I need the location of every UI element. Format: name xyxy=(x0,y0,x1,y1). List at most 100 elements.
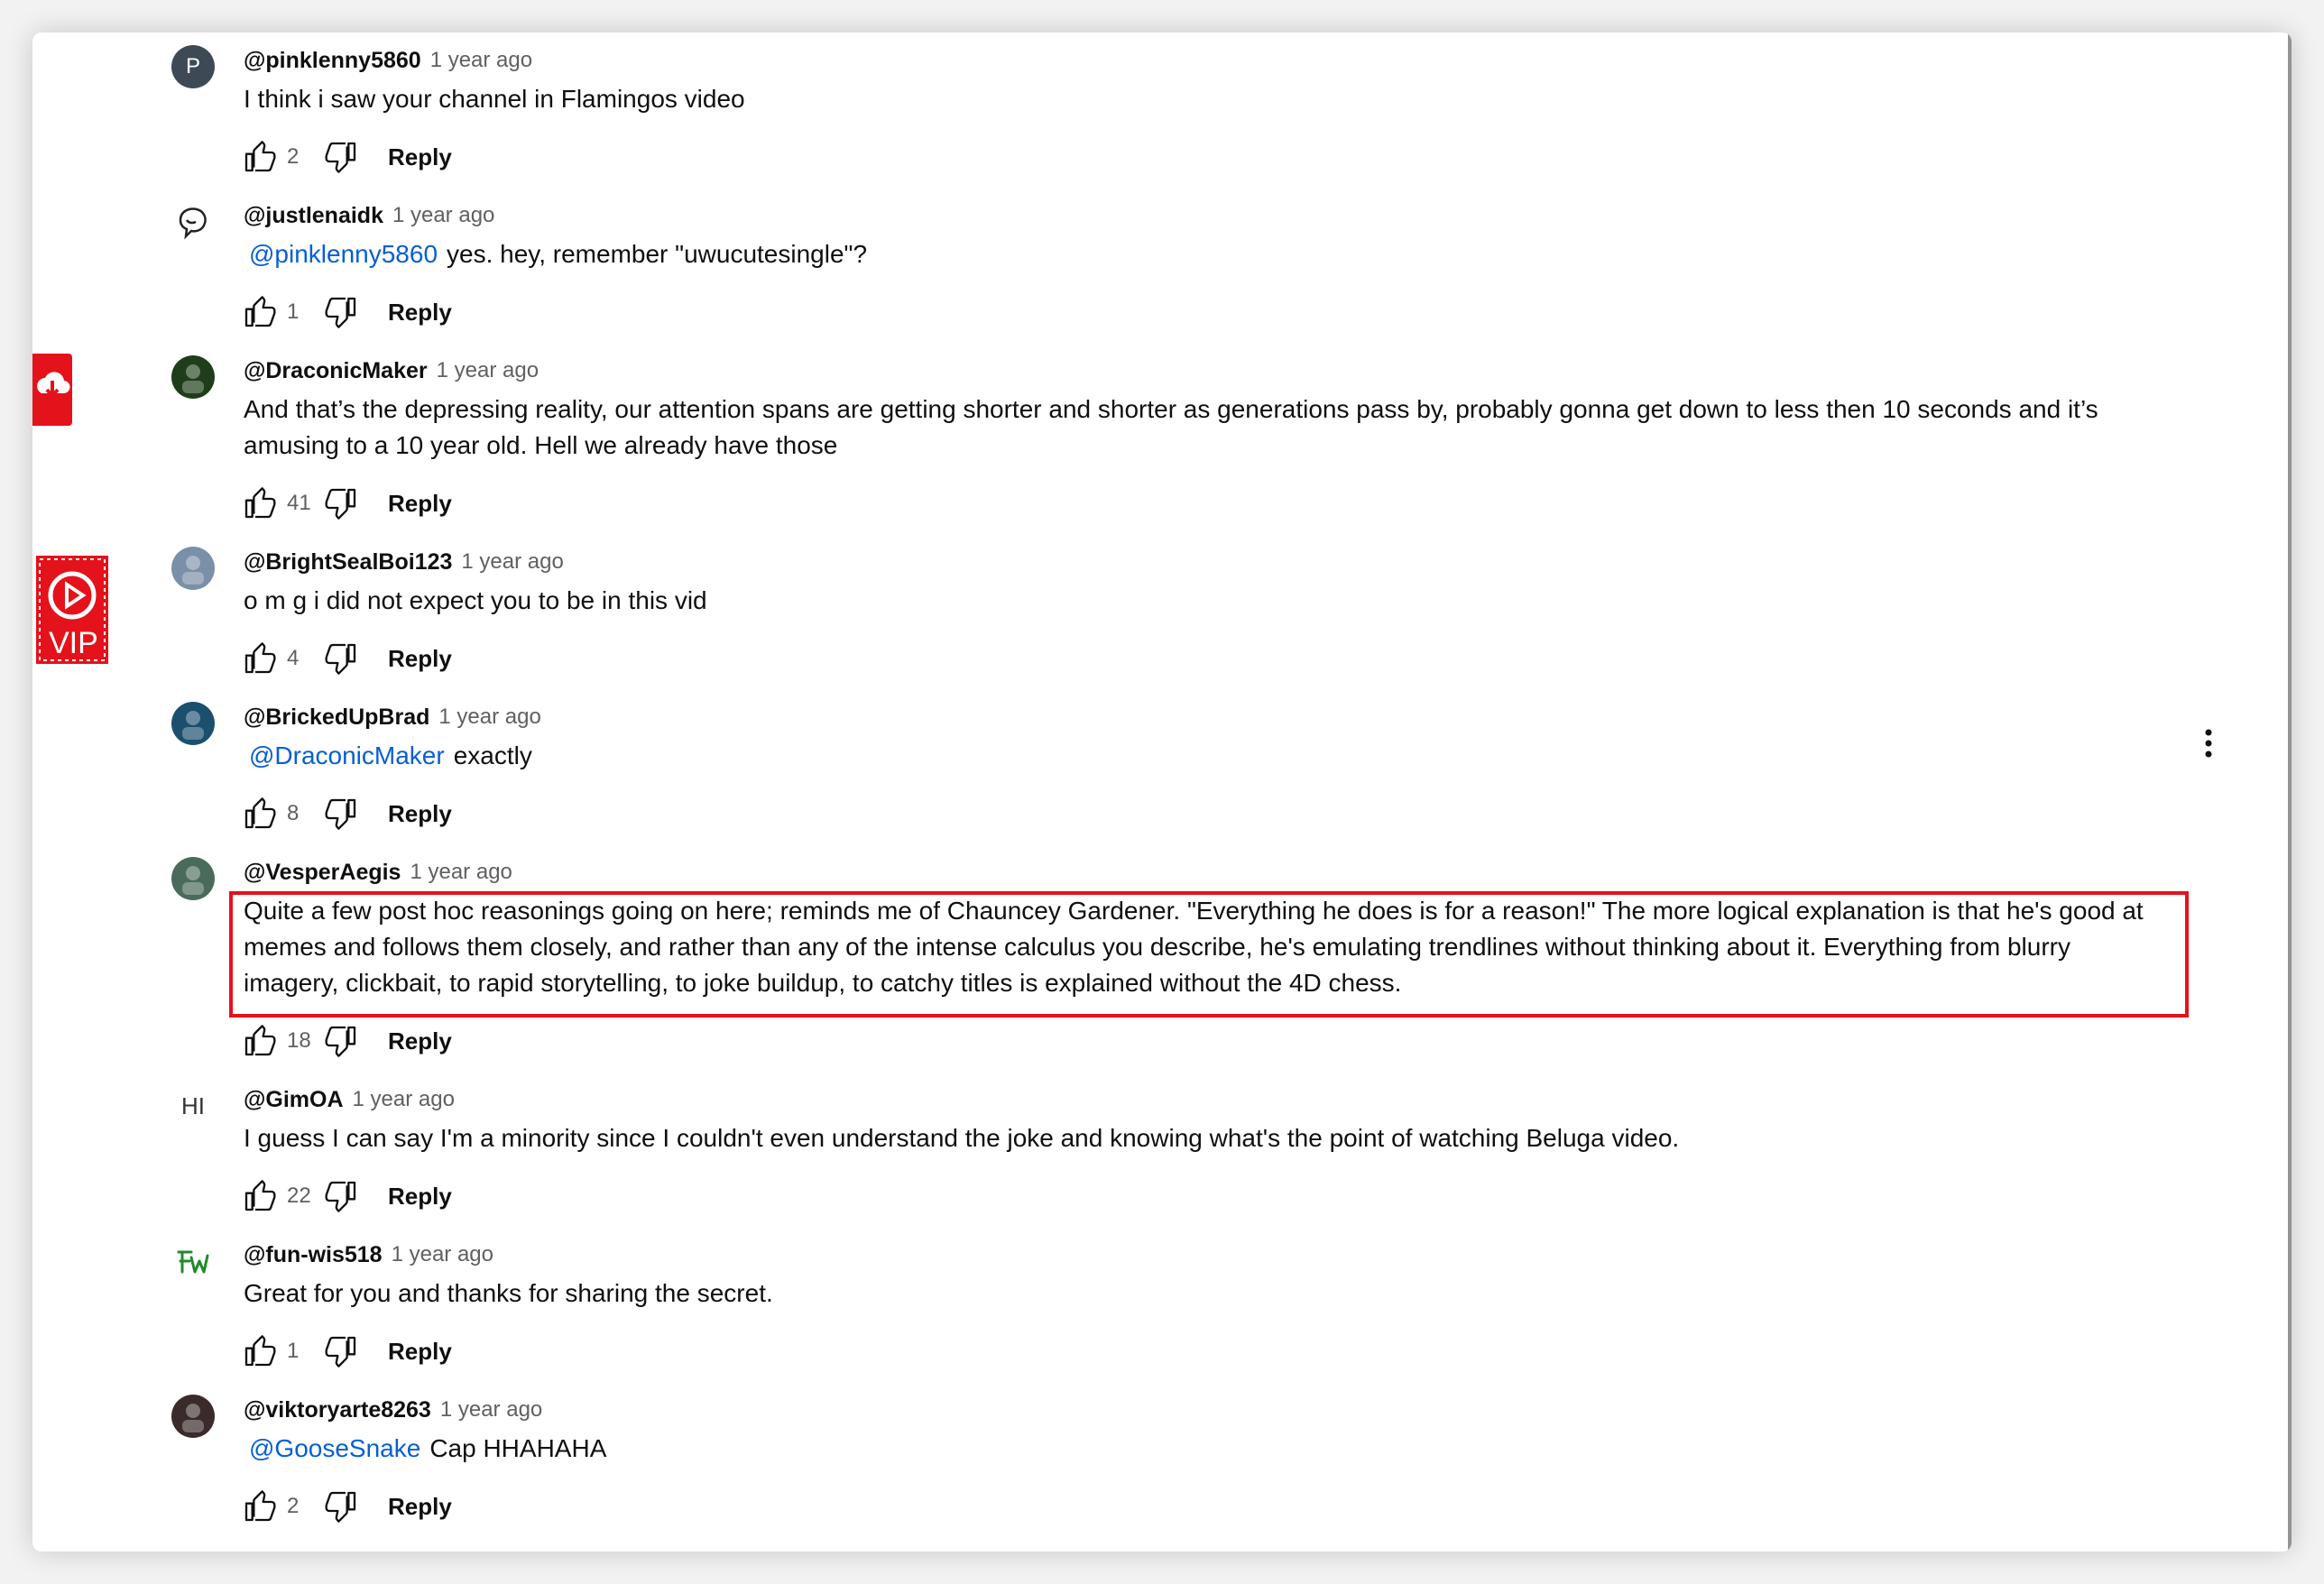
like-icon[interactable] xyxy=(240,1331,280,1371)
profile-picture-icon xyxy=(182,711,204,740)
fw-logo-icon xyxy=(177,1250,209,1274)
avatar[interactable] xyxy=(171,702,215,745)
like-icon[interactable] xyxy=(240,639,280,678)
more-actions-icon[interactable] xyxy=(2194,722,2223,765)
timestamp[interactable]: 1 year ago xyxy=(353,1087,455,1112)
comment-header: @justlenaidk 1 year ago xyxy=(244,200,494,231)
reply-button[interactable]: Reply xyxy=(388,490,452,518)
comment-body: I guess I can say I'm a minority since I… xyxy=(244,1120,2165,1156)
comment-body: @GooseSnake Cap HHAHAHA xyxy=(244,1431,2165,1467)
dislike-icon[interactable] xyxy=(321,794,361,833)
dislike-icon[interactable] xyxy=(321,1331,361,1371)
like-count: 22 xyxy=(287,1183,311,1208)
comment-actions: 1 Reply xyxy=(240,1331,452,1371)
like-icon[interactable] xyxy=(240,137,280,177)
dislike-icon[interactable] xyxy=(321,1487,361,1526)
like-count: 2 xyxy=(287,1494,300,1518)
comment-text: I think i saw your channel in Flamingos … xyxy=(244,85,745,113)
reply-button[interactable]: Reply xyxy=(388,143,452,171)
reply-button[interactable]: Reply xyxy=(388,1183,452,1211)
author-name[interactable]: @pinklenny5860 xyxy=(244,48,421,74)
timestamp[interactable]: 1 year ago xyxy=(440,1397,542,1423)
comment-header: @BrightSealBoi123 1 year ago xyxy=(244,547,564,577)
comment-header: @DraconicMaker 1 year ago xyxy=(244,355,539,386)
comment-actions: 18 Reply xyxy=(240,1021,452,1061)
avatar-initials: HI xyxy=(181,1091,205,1119)
comment-text: Cap HHAHAHA xyxy=(429,1434,607,1462)
like-icon[interactable] xyxy=(240,1487,280,1526)
window-edge xyxy=(2288,32,2292,1552)
like-icon[interactable] xyxy=(240,292,280,332)
mention-link[interactable]: @pinklenny5860 xyxy=(249,240,438,268)
avatar[interactable]: P xyxy=(171,45,215,88)
comment-actions: 2 Reply xyxy=(240,137,452,177)
author-name[interactable]: @justlenaidk xyxy=(244,203,383,229)
like-count: 1 xyxy=(287,1339,300,1363)
author-name[interactable]: @VesperAegis xyxy=(244,860,401,886)
author-name[interactable]: @viktoryarte8263 xyxy=(244,1397,431,1423)
download-badge[interactable] xyxy=(32,354,72,426)
dislike-icon[interactable] xyxy=(321,1021,361,1061)
author-name[interactable]: @fun-wis518 xyxy=(244,1242,383,1268)
timestamp[interactable]: 1 year ago xyxy=(461,549,563,575)
like-count: 1 xyxy=(287,299,300,324)
like-icon[interactable] xyxy=(240,483,280,523)
reply-button[interactable]: Reply xyxy=(388,645,452,673)
comment-header: @BrickedUpBrad 1 year ago xyxy=(244,702,541,732)
cloud-download-icon xyxy=(37,372,70,400)
vip-label: VIP xyxy=(49,626,98,660)
dislike-icon[interactable] xyxy=(321,292,361,332)
like-icon[interactable] xyxy=(240,1176,280,1216)
reply-button[interactable]: Reply xyxy=(388,1493,452,1521)
mention-link[interactable]: @GooseSnake xyxy=(249,1434,420,1462)
like-icon[interactable] xyxy=(240,1021,280,1061)
comment-body: Great for you and thanks for sharing the… xyxy=(244,1275,2165,1312)
comment-header: @fun-wis518 1 year ago xyxy=(244,1239,493,1270)
comment-text: And that’s the depressing reality, our a… xyxy=(244,395,2098,459)
like-count: 41 xyxy=(287,491,311,515)
browser-window: VIP P @pinklenny5860 1 year ago I think … xyxy=(32,32,2292,1552)
author-name[interactable]: @BrickedUpBrad xyxy=(244,705,429,731)
timestamp[interactable]: 1 year ago xyxy=(437,358,539,383)
reply-button[interactable]: Reply xyxy=(388,1027,452,1055)
profile-picture-icon xyxy=(182,556,204,585)
like-count: 18 xyxy=(287,1028,311,1053)
author-name[interactable]: @GimOA xyxy=(244,1087,344,1113)
avatar[interactable] xyxy=(171,1395,215,1438)
dislike-icon[interactable] xyxy=(321,137,361,177)
comment-actions: 4 Reply xyxy=(240,639,452,678)
timestamp[interactable]: 1 year ago xyxy=(438,705,540,730)
timestamp[interactable]: 1 year ago xyxy=(430,48,532,73)
vip-badge[interactable]: VIP xyxy=(36,556,108,664)
doodle-avatar-icon xyxy=(179,207,207,240)
author-name[interactable]: @BrightSealBoi123 xyxy=(244,549,452,576)
profile-picture-icon xyxy=(182,1404,204,1432)
reply-button[interactable]: Reply xyxy=(388,299,452,327)
comment-header: @pinklenny5860 1 year ago xyxy=(244,45,532,76)
timestamp[interactable]: 1 year ago xyxy=(392,1242,493,1267)
avatar-initials: P xyxy=(185,54,200,78)
comment-actions: 2 Reply xyxy=(240,1487,452,1526)
dislike-icon[interactable] xyxy=(321,639,361,678)
author-name[interactable]: @DraconicMaker xyxy=(244,358,428,384)
dislike-icon[interactable] xyxy=(321,1176,361,1216)
reply-button[interactable]: Reply xyxy=(388,1338,452,1366)
timestamp[interactable]: 1 year ago xyxy=(410,860,512,885)
comment-body: And that’s the depressing reality, our a… xyxy=(244,391,2165,464)
avatar[interactable] xyxy=(171,547,215,590)
reply-button[interactable]: Reply xyxy=(388,800,452,828)
comment-header: @VesperAegis 1 year ago xyxy=(244,857,512,888)
like-icon[interactable] xyxy=(240,794,280,833)
avatar[interactable] xyxy=(171,1239,215,1283)
comment-body: @pinklenny5860 yes. hey, remember "uwucut… xyxy=(244,236,2165,272)
timestamp[interactable]: 1 year ago xyxy=(392,203,494,228)
comment-actions: 22 Reply xyxy=(240,1176,452,1216)
avatar[interactable]: HI xyxy=(171,1084,215,1128)
like-count: 8 xyxy=(287,801,300,825)
comment-text: exactly xyxy=(453,741,532,769)
mention-link[interactable]: @DraconicMaker xyxy=(249,741,445,769)
avatar[interactable] xyxy=(171,857,215,900)
avatar[interactable] xyxy=(171,200,215,244)
dislike-icon[interactable] xyxy=(321,483,361,523)
avatar[interactable] xyxy=(171,355,215,399)
